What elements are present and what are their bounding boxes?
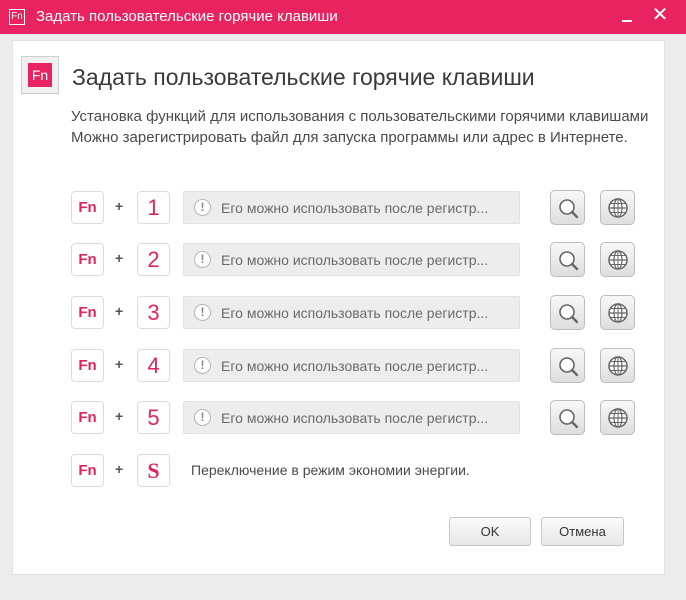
fn-key: Fn — [71, 349, 104, 382]
header-fn-icon-label: Fn — [28, 63, 52, 87]
app-fn-icon: Fn — [9, 9, 25, 25]
cancel-button[interactable]: Отмена — [541, 517, 624, 546]
magnifier-icon — [559, 357, 579, 377]
minimize-button[interactable] — [616, 4, 638, 28]
hotkey-row-5: Fn + 5 ! Его можно использовать после ре… — [13, 399, 664, 439]
plus-sign: + — [115, 303, 124, 319]
hotkey-row-2: Fn + 2 ! Его можно использовать после ре… — [13, 241, 664, 281]
plus-sign: + — [115, 408, 124, 424]
header-fn-icon: Fn — [21, 56, 59, 94]
globe-icon — [608, 198, 628, 218]
window-title: Задать пользовательские горячие клавиши — [36, 8, 338, 25]
hotkey-status-text: Его можно использовать после регистр... — [221, 305, 489, 321]
plus-sign: + — [115, 356, 124, 372]
description-line-2: Можно зарегистрировать файл для запуска … — [71, 129, 628, 146]
hotkey-status-text: Его можно использовать после регистр... — [221, 410, 489, 426]
hotkey-row-1: Fn + 1 ! Его можно использовать после ре… — [13, 189, 664, 229]
hotkey-row-4: Fn + 4 ! Его можно использовать после ре… — [13, 347, 664, 387]
hotkey-number-key: 1 — [137, 191, 170, 224]
browse-file-button[interactable] — [550, 400, 585, 435]
hotkey-assignment-field[interactable]: ! Его можно использовать после регистр..… — [183, 191, 520, 224]
magnifier-icon — [559, 409, 579, 429]
fn-key: Fn — [71, 401, 104, 434]
plus-sign: + — [115, 250, 124, 266]
web-address-button[interactable] — [600, 190, 635, 225]
web-address-button[interactable] — [600, 242, 635, 277]
warning-icon: ! — [194, 199, 211, 216]
hotkey-number-key: 5 — [137, 401, 170, 434]
browse-file-button[interactable] — [550, 295, 585, 330]
title-bar: Fn Задать пользовательские горячие клави… — [0, 0, 686, 34]
browse-file-button[interactable] — [550, 348, 585, 383]
warning-icon: ! — [194, 304, 211, 321]
warning-icon: ! — [194, 357, 211, 374]
magnifier-icon — [559, 304, 579, 324]
web-address-button[interactable] — [600, 295, 635, 330]
fn-key: Fn — [71, 243, 104, 276]
page-title: Задать пользовательские горячие клавиши — [72, 64, 535, 90]
warning-icon: ! — [194, 251, 211, 268]
warning-icon: ! — [194, 409, 211, 426]
globe-icon — [608, 356, 628, 376]
hotkey-assignment-field[interactable]: ! Его можно использовать после регистр..… — [183, 401, 520, 434]
plus-sign: + — [115, 461, 124, 477]
description-line-1: Установка функций для использования с по… — [71, 108, 649, 125]
web-address-button[interactable] — [600, 400, 635, 435]
browse-file-button[interactable] — [550, 190, 585, 225]
hotkey-status-text: Его можно использовать после регистр... — [221, 358, 489, 374]
power-save-description: Переключение в режим экономии энергии. — [191, 462, 470, 478]
magnifier-icon — [559, 199, 579, 219]
fn-key: Fn — [71, 296, 104, 329]
globe-icon — [608, 250, 628, 270]
browse-file-button[interactable] — [550, 242, 585, 277]
fn-key: Fn — [71, 454, 104, 487]
hotkey-status-text: Его можно использовать после регистр... — [221, 252, 489, 268]
globe-icon — [608, 303, 628, 323]
hotkey-number-key: 3 — [137, 296, 170, 329]
globe-icon — [608, 408, 628, 428]
hotkey-row-3: Fn + 3 ! Его можно использовать после ре… — [13, 294, 664, 334]
hotkey-number-key: 4 — [137, 349, 170, 382]
close-button[interactable]: ✕ — [648, 4, 672, 28]
dialog-panel: Fn Задать пользовательские горячие клави… — [12, 40, 665, 575]
power-save-row: Fn + S Переключение в режим экономии эне… — [13, 452, 664, 492]
fn-key: Fn — [71, 191, 104, 224]
ok-button[interactable]: OK — [449, 517, 531, 546]
description: Установка функций для использования с по… — [71, 106, 661, 148]
web-address-button[interactable] — [600, 348, 635, 383]
hotkey-assignment-field[interactable]: ! Его можно использовать после регистр..… — [183, 349, 520, 382]
hotkey-status-text: Его можно использовать после регистр... — [221, 200, 489, 216]
s-key: S — [137, 454, 170, 487]
hotkey-assignment-field[interactable]: ! Его можно использовать после регистр..… — [183, 296, 520, 329]
hotkey-number-key: 2 — [137, 243, 170, 276]
hotkey-assignment-field[interactable]: ! Его можно использовать после регистр..… — [183, 243, 520, 276]
plus-sign: + — [115, 198, 124, 214]
magnifier-icon — [559, 251, 579, 271]
